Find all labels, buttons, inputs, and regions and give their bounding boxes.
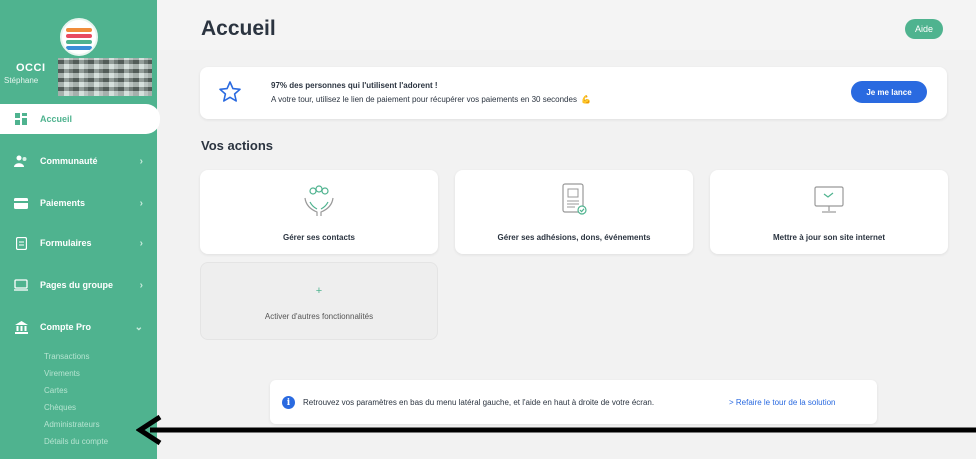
sidebar-item-formulaires[interactable]: Formulaires › <box>0 228 157 258</box>
manage-contacts-card[interactable]: Gérer ses contacts <box>200 170 438 254</box>
contacts-hands-icon <box>304 185 334 216</box>
plus-icon: + <box>315 285 323 297</box>
help-button[interactable]: Aide <box>905 19 943 39</box>
info-icon: i <box>282 396 295 409</box>
sidebar-subitem-transactions[interactable]: Transactions <box>44 352 90 361</box>
banner-text-content: A votre tour, utilisez le lien de paieme… <box>271 95 577 104</box>
dashboard-icon <box>14 113 28 125</box>
sidebar-item-label: Paiements <box>40 198 86 208</box>
actions-section-title: Vos actions <box>201 138 274 153</box>
start-button[interactable]: Je me lance <box>851 81 927 103</box>
sidebar-subitem-virements[interactable]: Virements <box>44 369 80 378</box>
card-label: Gérer ses adhésions, dons, événements <box>497 233 651 242</box>
sidebar-subitem-cheques[interactable]: Chèques <box>44 403 76 412</box>
flexed-biceps-icon: 💪 <box>580 95 591 104</box>
organization-name: OCCI <box>16 62 46 74</box>
card-label: Gérer ses contacts <box>282 233 356 242</box>
sidebar-item-accueil[interactable]: Accueil <box>0 104 160 134</box>
sidebar: OCCI Stéphane Accueil Communauté › Paiem… <box>0 0 160 459</box>
tip-message: Retrouvez vos paramètres en bas du menu … <box>303 398 655 407</box>
sidebar-item-label: Formulaires <box>40 238 92 248</box>
bank-icon <box>14 320 28 334</box>
page-title: Accueil <box>201 17 276 40</box>
document-check-icon <box>562 183 587 215</box>
redacted-name-block <box>58 58 152 96</box>
sidebar-subitem-details-du-compte[interactable]: Détails du compte <box>44 437 108 446</box>
chevron-right-icon: › <box>139 197 143 209</box>
user-name: Stéphane <box>4 76 39 85</box>
card-label: Mettre à jour son site internet <box>772 233 886 242</box>
sidebar-subitem-administrateurs[interactable]: Administrateurs <box>44 420 100 429</box>
sidebar-item-compte-pro[interactable]: Compte Pro ⌄ <box>0 312 157 342</box>
sidebar-item-label: Communauté <box>40 156 98 166</box>
activate-features-card[interactable]: + Activer d'autres fonctionnalités <box>200 262 438 340</box>
chevron-down-icon: ⌄ <box>134 321 143 333</box>
banner-text: A votre tour, utilisez le lien de paieme… <box>271 95 591 104</box>
sidebar-item-label: Accueil <box>40 114 73 124</box>
sidebar-item-paiements[interactable]: Paiements › <box>0 188 157 218</box>
star-icon <box>219 81 241 102</box>
sidebar-item-label: Pages du groupe <box>40 280 114 290</box>
sidebar-item-pages-du-groupe[interactable]: Pages du groupe › <box>0 270 157 300</box>
screen-icon <box>14 279 28 291</box>
payment-card-icon <box>14 197 28 209</box>
banner-headline: 97% des personnes qui l'utilisent l'ador… <box>271 81 438 90</box>
form-icon <box>14 236 28 250</box>
chevron-right-icon: › <box>139 155 143 167</box>
update-website-card[interactable]: Mettre à jour son site internet <box>710 170 948 254</box>
sidebar-item-communaute[interactable]: Communauté › <box>0 146 157 176</box>
community-icon <box>14 155 28 167</box>
promo-banner: 97% des personnes qui l'utilisent l'ador… <box>200 67 947 119</box>
header-bar <box>157 0 976 50</box>
organization-logo[interactable] <box>60 18 98 56</box>
sidebar-subitem-cartes[interactable]: Cartes <box>44 386 68 395</box>
chevron-right-icon: › <box>139 279 143 291</box>
chevron-right-icon: › <box>139 237 143 249</box>
sidebar-item-label: Compte Pro <box>40 322 92 332</box>
annotation-arrow-icon <box>136 414 976 446</box>
card-label: Activer d'autres fonctionnalités <box>264 312 374 321</box>
monitor-icon <box>814 186 844 213</box>
restart-tour-link[interactable]: > Refaire le tour de la solution <box>729 398 836 407</box>
manage-memberships-card[interactable]: Gérer ses adhésions, dons, événements <box>455 170 693 254</box>
